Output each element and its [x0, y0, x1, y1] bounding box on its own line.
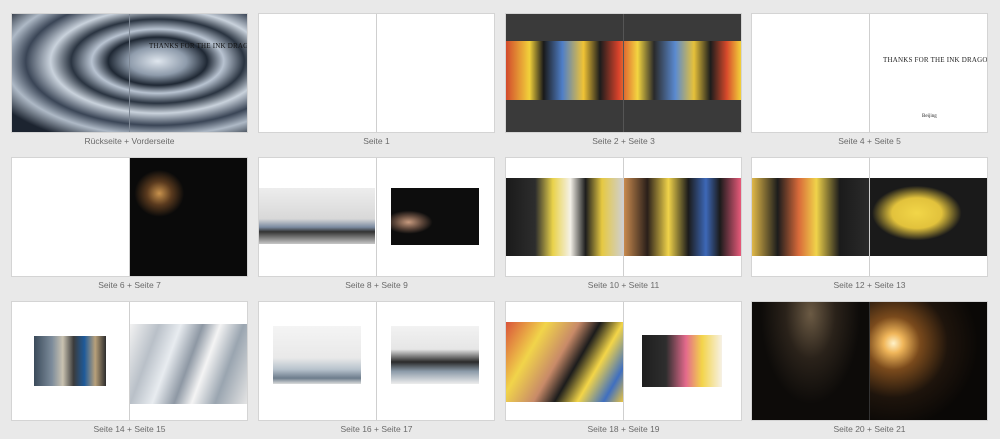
spine-fold — [623, 14, 624, 132]
artist-painting-left-image — [506, 178, 623, 256]
group-studio-image — [259, 188, 375, 244]
spread-pages-20-21[interactable] — [752, 302, 987, 420]
spread-caption: Seite 6 + Seite 7 — [98, 280, 161, 290]
spread-pages-8-9[interactable] — [259, 158, 494, 276]
spine-fold — [623, 302, 624, 420]
group-portrait-image — [130, 158, 247, 276]
spread-caption: Seite 16 + Seite 17 — [340, 424, 413, 434]
spine-fold — [869, 302, 870, 420]
silhouette-right-image — [870, 302, 987, 420]
hand-brush-image — [506, 322, 623, 402]
spread-caption: Seite 4 + Seite 5 — [838, 136, 901, 146]
title-page-heading: THANKS FOR THE INK DRAGON — [883, 56, 987, 64]
cover-title: THANKS FOR THE INK DRAGON — [149, 42, 247, 50]
spine-fold — [129, 158, 130, 276]
artist-closeup-right-image — [870, 178, 987, 256]
spread-pages-10-11[interactable] — [506, 158, 741, 276]
spread-caption: Seite 18 + Seite 19 — [587, 424, 660, 434]
studio-floor-left-image — [273, 326, 361, 384]
spread-caption: Seite 1 — [363, 136, 390, 146]
artist-closeup-left-image — [752, 178, 869, 256]
spine-fold — [869, 158, 870, 276]
artist-painting-right-image — [624, 178, 741, 256]
silhouette-left-image — [752, 302, 869, 420]
artist-detail-image — [642, 335, 722, 387]
spine-fold — [129, 302, 130, 420]
spine-fold — [129, 14, 130, 132]
spread-caption: Seite 8 + Seite 9 — [345, 280, 408, 290]
spread-pages-16-17[interactable] — [259, 302, 494, 420]
spine-fold — [376, 302, 377, 420]
spread-pages-6-7[interactable] — [12, 158, 247, 276]
spread-caption: Seite 20 + Seite 21 — [833, 424, 906, 434]
spine-fold — [376, 14, 377, 132]
silver-painting-image — [130, 324, 247, 404]
spread-caption: Seite 2 + Seite 3 — [592, 136, 655, 146]
spread-pages-4-5[interactable]: THANKS FOR THE INK DRAGON Beijing — [752, 14, 987, 132]
title-page-location: Beijing — [922, 114, 937, 119]
spread-caption: Seite 10 + Seite 11 — [587, 280, 660, 290]
spread-caption: Seite 14 + Seite 15 — [93, 424, 166, 434]
spread-pages-2-3[interactable] — [506, 14, 741, 132]
spine-fold — [623, 158, 624, 276]
spread-pages-12-13[interactable] — [752, 158, 987, 276]
collage-image — [34, 336, 106, 386]
spread-caption: Seite 12 + Seite 13 — [833, 280, 906, 290]
spine-fold — [376, 158, 377, 276]
spread-pages-14-15[interactable] — [12, 302, 247, 420]
spread-cover[interactable]: THANKS FOR THE INK DRAGON — [12, 14, 247, 132]
spread-pages-18-19[interactable] — [506, 302, 741, 420]
spread-caption: Rückseite + Vorderseite — [84, 136, 175, 146]
spine-fold — [869, 14, 870, 132]
spread-page-1[interactable] — [259, 14, 494, 132]
hands-tattoo-image — [391, 188, 479, 245]
studio-floor-right-image — [391, 326, 479, 384]
